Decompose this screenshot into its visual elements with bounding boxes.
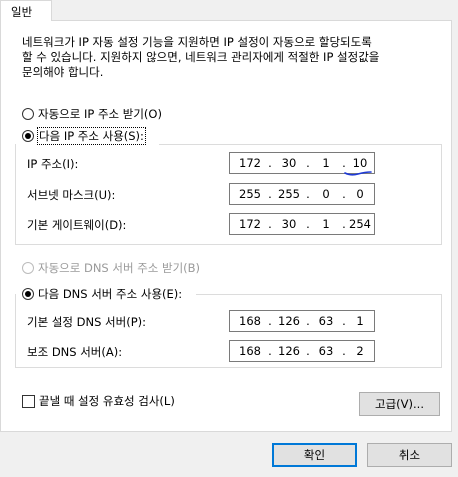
- validate-checkbox-box[interactable]: [22, 394, 35, 408]
- ip-address-label: IP 주소(I):: [27, 157, 79, 171]
- alternate-dns-octet-4: 2: [356, 344, 364, 358]
- auto-dns-radio-label: 자동으로 DNS 서버 주소 받기(B): [38, 261, 201, 275]
- tab-general-label: 일반: [11, 5, 33, 19]
- alternate-dns-octet-3: 63: [318, 344, 334, 358]
- auto-ip-radio-circle[interactable]: [22, 108, 34, 120]
- alternate-dns-input[interactable]: 168 . 126 . 63 . 2: [229, 340, 375, 362]
- manual-ip-radio-circle[interactable]: [22, 130, 34, 142]
- ip-address-octet-2: 30: [281, 156, 297, 170]
- manual-ip-radio[interactable]: 다음 IP 주소 사용(S):: [22, 127, 146, 145]
- manual-dns-radio-circle[interactable]: [22, 288, 34, 300]
- default-gateway-label: 기본 게이트웨이(D):: [27, 218, 127, 232]
- ip-address-octet-3: 1: [322, 156, 330, 170]
- default-gateway-octet-2: 30: [281, 217, 297, 231]
- subnet-mask-input[interactable]: 255 . 255 . 0 . 0: [229, 183, 375, 205]
- preferred-dns-input[interactable]: 168 . 126 . 63 . 1: [229, 310, 375, 332]
- cancel-button[interactable]: 취소: [367, 443, 452, 467]
- description-text: 네트워크가 IP 자동 설정 기능을 지원하면 IP 설정이 자동으로 할당되도…: [22, 35, 380, 79]
- subnet-mask-octet-2: 255: [278, 187, 300, 201]
- subnet-mask-label: 서브넷 마스크(U):: [27, 188, 116, 202]
- validate-settings-checkbox[interactable]: 끝낼 때 설정 유효성 검사(L): [22, 393, 175, 409]
- alternate-dns-octet-1: 168: [239, 344, 261, 358]
- preferred-dns-label: 기본 설정 DNS 서버(P):: [27, 315, 146, 329]
- validate-checkbox-label: 끝낼 때 설정 유효성 검사(L): [39, 394, 175, 408]
- preferred-dns-octet-2: 126: [278, 314, 300, 328]
- subnet-mask-octet-4: 0: [356, 187, 364, 201]
- default-gateway-octet-1: 172: [239, 217, 261, 231]
- default-gateway-octet-4: 254: [349, 217, 371, 231]
- default-gateway-input[interactable]: 172 . 30 . 1 . 254: [229, 213, 375, 235]
- subnet-mask-octet-3: 0: [322, 187, 330, 201]
- auto-ip-radio-label: 자동으로 IP 주소 받기(O): [38, 107, 162, 121]
- manual-ip-radio-label: 다음 IP 주소 사용(S):: [37, 127, 146, 145]
- ok-button[interactable]: 확인: [272, 443, 357, 467]
- preferred-dns-octet-1: 168: [239, 314, 261, 328]
- auto-dns-radio[interactable]: 자동으로 DNS 서버 주소 받기(B): [22, 260, 200, 276]
- alternate-dns-label: 보조 DNS 서버(A):: [27, 345, 123, 359]
- tab-general[interactable]: 일반: [0, 0, 52, 21]
- auto-dns-radio-circle[interactable]: [22, 262, 34, 274]
- preferred-dns-octet-3: 63: [318, 314, 334, 328]
- subnet-mask-octet-1: 255: [239, 187, 261, 201]
- ip-address-octet-1: 172: [239, 156, 261, 170]
- preferred-dns-octet-4: 1: [356, 314, 364, 328]
- advanced-button[interactable]: 고급(V)...: [359, 392, 440, 416]
- manual-dns-radio-label: 다음 DNS 서버 주소 사용(E):: [38, 287, 183, 301]
- alternate-dns-octet-2: 126: [278, 344, 300, 358]
- handwritten-underline-annotation: [344, 171, 372, 176]
- auto-ip-radio[interactable]: 자동으로 IP 주소 받기(O): [22, 106, 162, 122]
- manual-dns-radio[interactable]: 다음 DNS 서버 주소 사용(E):: [22, 286, 182, 302]
- default-gateway-octet-3: 1: [322, 217, 330, 231]
